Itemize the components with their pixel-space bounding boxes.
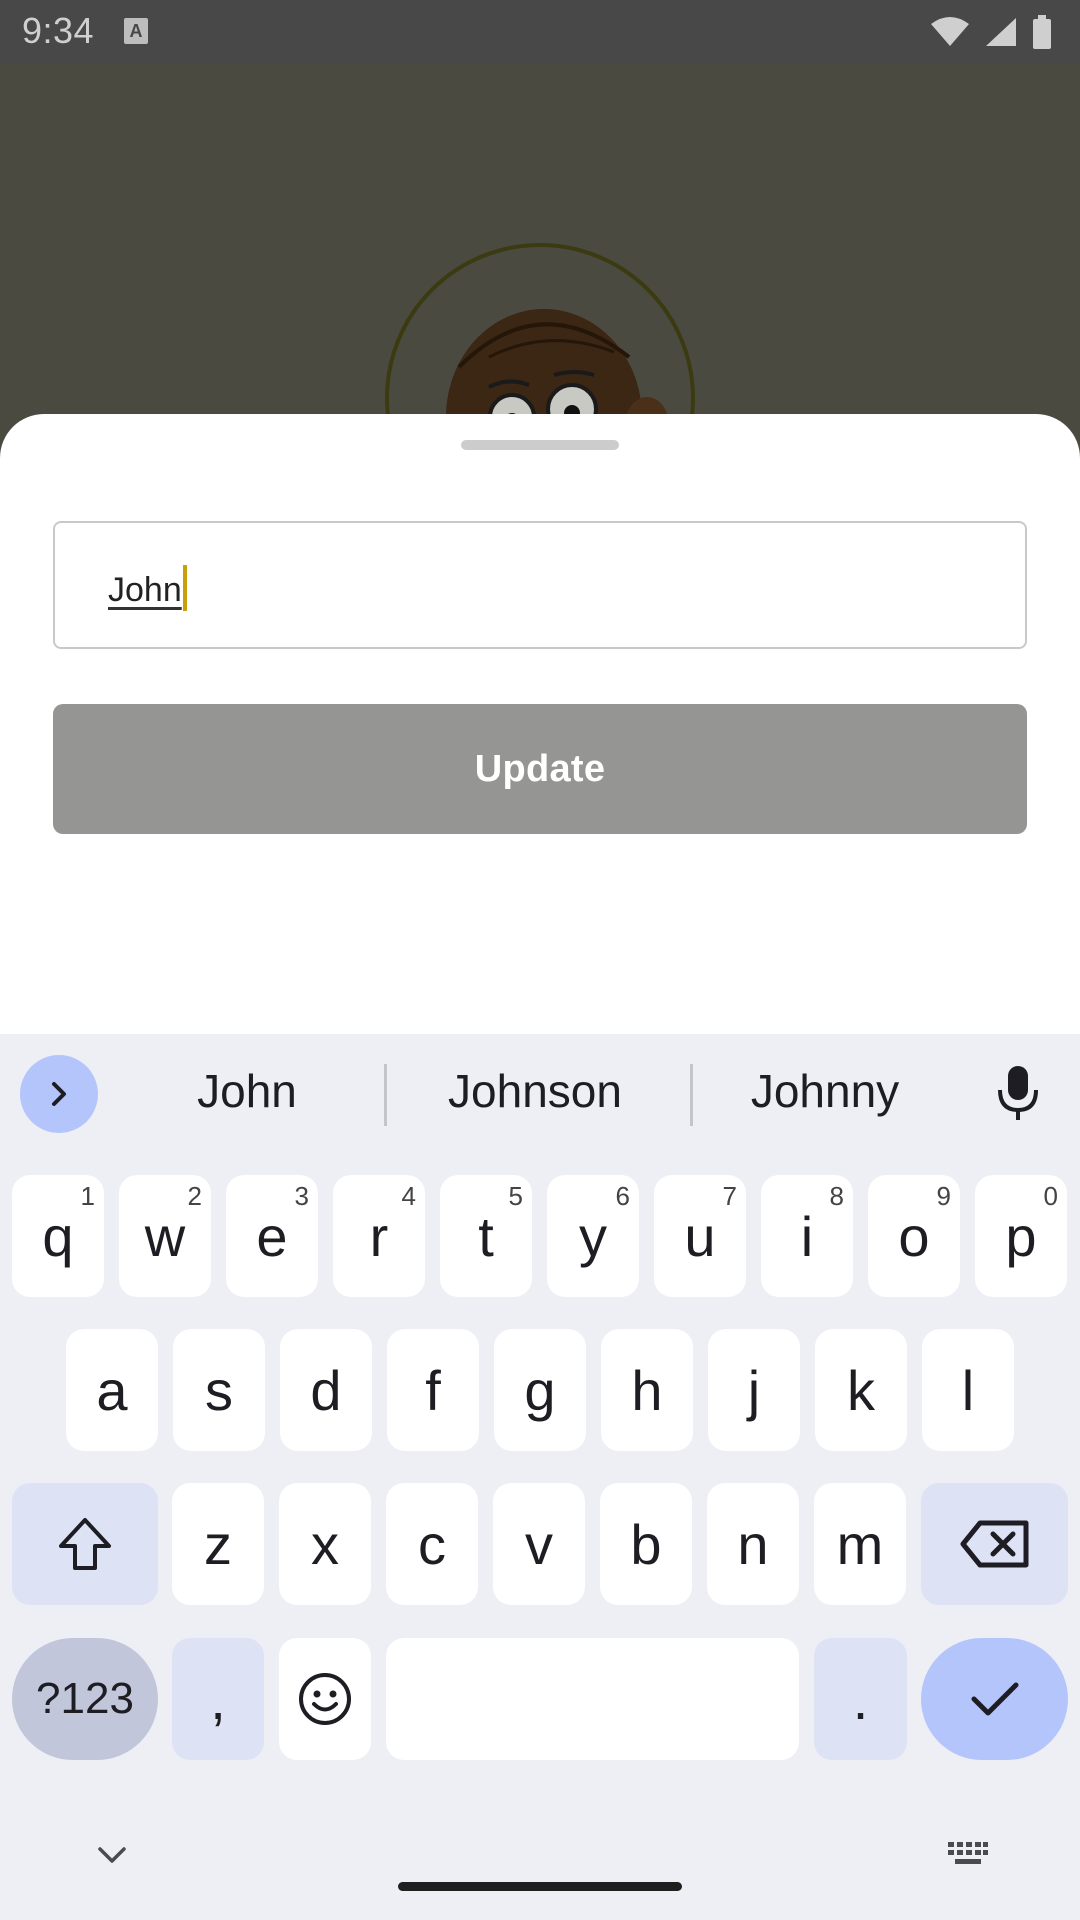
suggestion-1[interactable]: John xyxy=(147,1064,347,1118)
signal-icon xyxy=(986,18,1016,46)
key-hint: 4 xyxy=(401,1181,416,1211)
key-hint: 2 xyxy=(187,1181,202,1211)
key-y[interactable]: y6 xyxy=(547,1175,639,1297)
keyboard-nav-area xyxy=(0,1794,1080,1920)
status-bar: 9:34 A xyxy=(0,0,1080,63)
key-hint: 7 xyxy=(722,1181,737,1211)
key-m[interactable]: m xyxy=(814,1483,906,1605)
key-n[interactable]: n xyxy=(707,1483,799,1605)
key-k[interactable]: k xyxy=(815,1329,907,1451)
backspace-key[interactable] xyxy=(921,1483,1068,1605)
keyboard-icon[interactable] xyxy=(947,1840,989,1868)
bottom-sheet: John Update xyxy=(0,414,1080,1034)
key-hint: 9 xyxy=(936,1181,951,1211)
key-x[interactable]: x xyxy=(279,1483,371,1605)
key-label: o xyxy=(898,1204,930,1268)
key-label: q xyxy=(42,1204,74,1268)
checkmark-icon xyxy=(971,1682,1018,1716)
key-e[interactable]: e3 xyxy=(226,1175,318,1297)
key-t[interactable]: t5 xyxy=(440,1175,532,1297)
key-v[interactable]: v xyxy=(493,1483,585,1605)
emoji-key[interactable] xyxy=(279,1638,371,1760)
key-l[interactable]: l xyxy=(922,1329,1014,1451)
key-c[interactable]: c xyxy=(386,1483,478,1605)
battery-icon xyxy=(1033,15,1051,49)
chevron-right-icon xyxy=(52,1082,66,1106)
key-hint: 8 xyxy=(829,1181,844,1211)
suggestion-divider xyxy=(690,1064,693,1126)
shift-icon xyxy=(59,1518,111,1570)
key-i[interactable]: i8 xyxy=(761,1175,853,1297)
expand-toolbar-button[interactable] xyxy=(20,1055,98,1133)
key-w[interactable]: w2 xyxy=(119,1175,211,1297)
home-indicator[interactable] xyxy=(398,1882,682,1891)
key-label: y xyxy=(579,1204,607,1268)
backspace-icon xyxy=(960,1520,1028,1568)
update-button[interactable]: Update xyxy=(53,704,1027,834)
key-d[interactable]: d xyxy=(280,1329,372,1451)
key-hint: 5 xyxy=(508,1181,523,1211)
key-label: r xyxy=(369,1204,389,1268)
status-icons xyxy=(930,14,1052,50)
comma-key[interactable]: , xyxy=(172,1638,264,1760)
key-hint: 3 xyxy=(294,1181,309,1211)
key-hint: 6 xyxy=(615,1181,630,1211)
key-label: u xyxy=(684,1204,716,1268)
name-input-value-wrap: John xyxy=(108,565,187,611)
wifi-icon xyxy=(931,17,969,46)
period-key[interactable]: . xyxy=(814,1638,907,1760)
key-o[interactable]: o9 xyxy=(868,1175,960,1297)
microphone-icon xyxy=(998,1066,1038,1120)
name-input-value: John xyxy=(108,571,182,609)
key-r[interactable]: r4 xyxy=(333,1175,425,1297)
shift-key[interactable] xyxy=(12,1483,158,1605)
suggestion-divider xyxy=(384,1064,387,1126)
drag-handle[interactable] xyxy=(461,440,619,450)
name-input[interactable]: John xyxy=(53,521,1027,649)
key-label: i xyxy=(800,1204,814,1268)
status-time: 9:34 xyxy=(22,10,95,51)
chevron-down-icon[interactable] xyxy=(96,1844,128,1866)
suggestion-bar: John Johnson Johnny xyxy=(0,1034,1080,1154)
key-j[interactable]: j xyxy=(708,1329,800,1451)
key-hint: 0 xyxy=(1043,1181,1058,1211)
key-label: e xyxy=(256,1204,288,1268)
text-cursor xyxy=(182,565,187,611)
key-label: w xyxy=(144,1204,186,1268)
symbols-key[interactable]: ?123 xyxy=(12,1638,158,1760)
key-z[interactable]: z xyxy=(172,1483,264,1605)
key-b[interactable]: b xyxy=(600,1483,692,1605)
key-a[interactable]: a xyxy=(66,1329,158,1451)
key-s[interactable]: s xyxy=(173,1329,265,1451)
voice-input-button[interactable] xyxy=(996,1064,1040,1127)
key-g[interactable]: g xyxy=(494,1329,586,1451)
soft-keyboard: John Johnson Johnny q1w2e3r4t5y6u7i8o9p0… xyxy=(0,1034,1080,1920)
key-q[interactable]: q1 xyxy=(12,1175,104,1297)
suggestion-3[interactable]: Johnny xyxy=(715,1064,935,1118)
key-f[interactable]: f xyxy=(387,1329,479,1451)
done-key[interactable] xyxy=(921,1638,1068,1760)
key-label: t xyxy=(478,1204,494,1268)
notification-icon: A xyxy=(124,18,148,44)
space-key[interactable] xyxy=(386,1638,799,1760)
suggestion-2[interactable]: Johnson xyxy=(415,1064,655,1118)
key-p[interactable]: p0 xyxy=(975,1175,1067,1297)
key-u[interactable]: u7 xyxy=(654,1175,746,1297)
key-h[interactable]: h xyxy=(601,1329,693,1451)
emoji-icon xyxy=(299,1673,351,1725)
key-label: p xyxy=(1005,1204,1037,1268)
key-hint: 1 xyxy=(80,1181,95,1211)
